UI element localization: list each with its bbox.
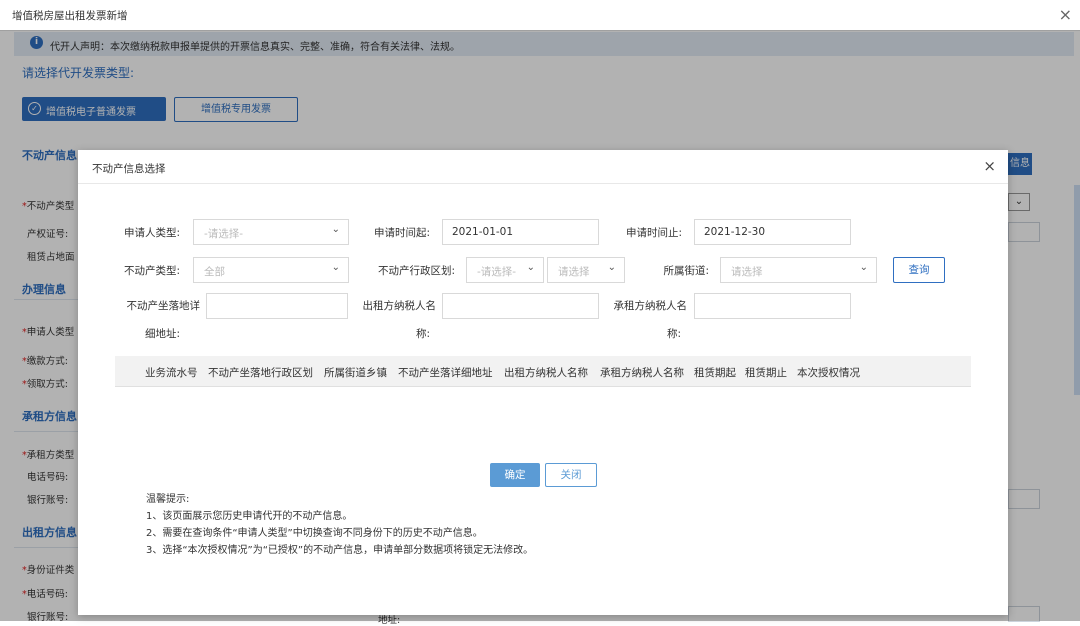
date-start-label: 申请时间起: [373, 227, 430, 239]
estate-type-filter-select[interactable]: 全部 ⌄ [193, 257, 349, 283]
applicant-type-select[interactable]: -请选择- ⌄ [193, 219, 349, 245]
applicant-type-filter-label: 申请人类型: [123, 227, 180, 239]
address-filter-label-line1: 不动产坐落地详 [126, 300, 201, 312]
window-close-icon[interactable]: × [1059, 5, 1072, 24]
dialog-header: 不动产信息选择 × [78, 150, 1008, 184]
estate-type-placeholder: 全部 [204, 266, 225, 278]
lessee-name-label-line1: 承租方纳税人名 [613, 300, 688, 312]
close-button[interactable]: 关闭 [545, 463, 597, 487]
results-table-header: 业务流水号 不动产坐落地行政区划 所属街道乡镇 不动产坐落详细地址 出租方纳税人… [115, 356, 971, 387]
col-lease-start: 租赁期起 [694, 367, 736, 379]
date-end-input[interactable]: 2021-12-30 [694, 219, 851, 245]
tip-item: 2、需要在查询条件“申请人类型”中切换查询不同身份下的历史不动产信息。 [146, 528, 483, 539]
lessor-name-input[interactable] [442, 293, 599, 319]
col-lessor-name: 出租方纳税人名称 [504, 367, 588, 379]
chevron-down-icon: ⌄ [859, 262, 868, 273]
admin-region-placeholder-2: 请选择 [558, 266, 590, 278]
lessor-name-label-line2: 称: [415, 328, 430, 340]
estate-select-dialog: 不动产信息选择 × 申请人类型: -请选择- ⌄ 申请时间起: 2021-01-… [78, 150, 1008, 615]
address-filter-label-line2: 细地址: [144, 328, 180, 340]
admin-region-select-2[interactable]: 请选择 ⌄ [547, 257, 625, 283]
col-admin-region: 不动产坐落地行政区划 [208, 367, 313, 379]
window-header: 增值税房屋出租发票新增 × [0, 0, 1080, 31]
lessee-name-label-line2: 称: [666, 328, 681, 340]
street-placeholder: 请选择 [731, 266, 763, 278]
street-select[interactable]: 请选择 ⌄ [720, 257, 877, 283]
col-address: 不动产坐落详细地址 [398, 367, 493, 379]
admin-region-placeholder-1: -请选择- [477, 266, 517, 278]
tip-item: 1、该页面展示您历史申请代开的不动产信息。 [146, 511, 353, 522]
lessor-name-label-line1: 出租方纳税人名 [362, 300, 437, 312]
tips-title: 温馨提示: [146, 494, 190, 505]
admin-region-select-1[interactable]: -请选择- ⌄ [466, 257, 544, 283]
col-lease-end: 租赁期止 [745, 367, 787, 379]
dialog-title: 不动产信息选择 [92, 163, 166, 175]
dialog-close-icon[interactable]: × [983, 157, 996, 175]
street-label: 所属街道: [663, 265, 709, 277]
query-button[interactable]: 查询 [893, 257, 945, 283]
chevron-down-icon: ⌄ [331, 262, 340, 273]
applicant-type-placeholder: -请选择- [204, 228, 244, 240]
address-input[interactable] [206, 293, 348, 319]
lessee-name-input[interactable] [694, 293, 851, 319]
window-title: 增值税房屋出租发票新增 [12, 10, 128, 22]
confirm-button[interactable]: 确定 [490, 463, 540, 487]
date-start-input[interactable]: 2021-01-01 [442, 219, 599, 245]
admin-region-label: 不动产行政区划: [377, 265, 455, 277]
col-street: 所属街道乡镇 [324, 367, 387, 379]
date-start-value: 2021-01-01 [452, 226, 514, 238]
col-lessee-name: 承租方纳税人名称 [600, 367, 684, 379]
col-authorization: 本次授权情况 [797, 367, 860, 379]
chevron-down-icon: ⌄ [526, 262, 535, 273]
chevron-down-icon: ⌄ [607, 262, 616, 273]
tip-item: 3、选择“本次授权情况”为“已授权”的不动产信息，申请单部分数据项将锁定无法修改… [146, 545, 534, 556]
date-end-label: 申请时间止: [625, 227, 682, 239]
date-end-value: 2021-12-30 [704, 226, 766, 238]
col-serial-no: 业务流水号 [145, 367, 198, 379]
chevron-down-icon: ⌄ [331, 224, 340, 235]
estate-type-filter-label: 不动产类型: [123, 265, 180, 277]
